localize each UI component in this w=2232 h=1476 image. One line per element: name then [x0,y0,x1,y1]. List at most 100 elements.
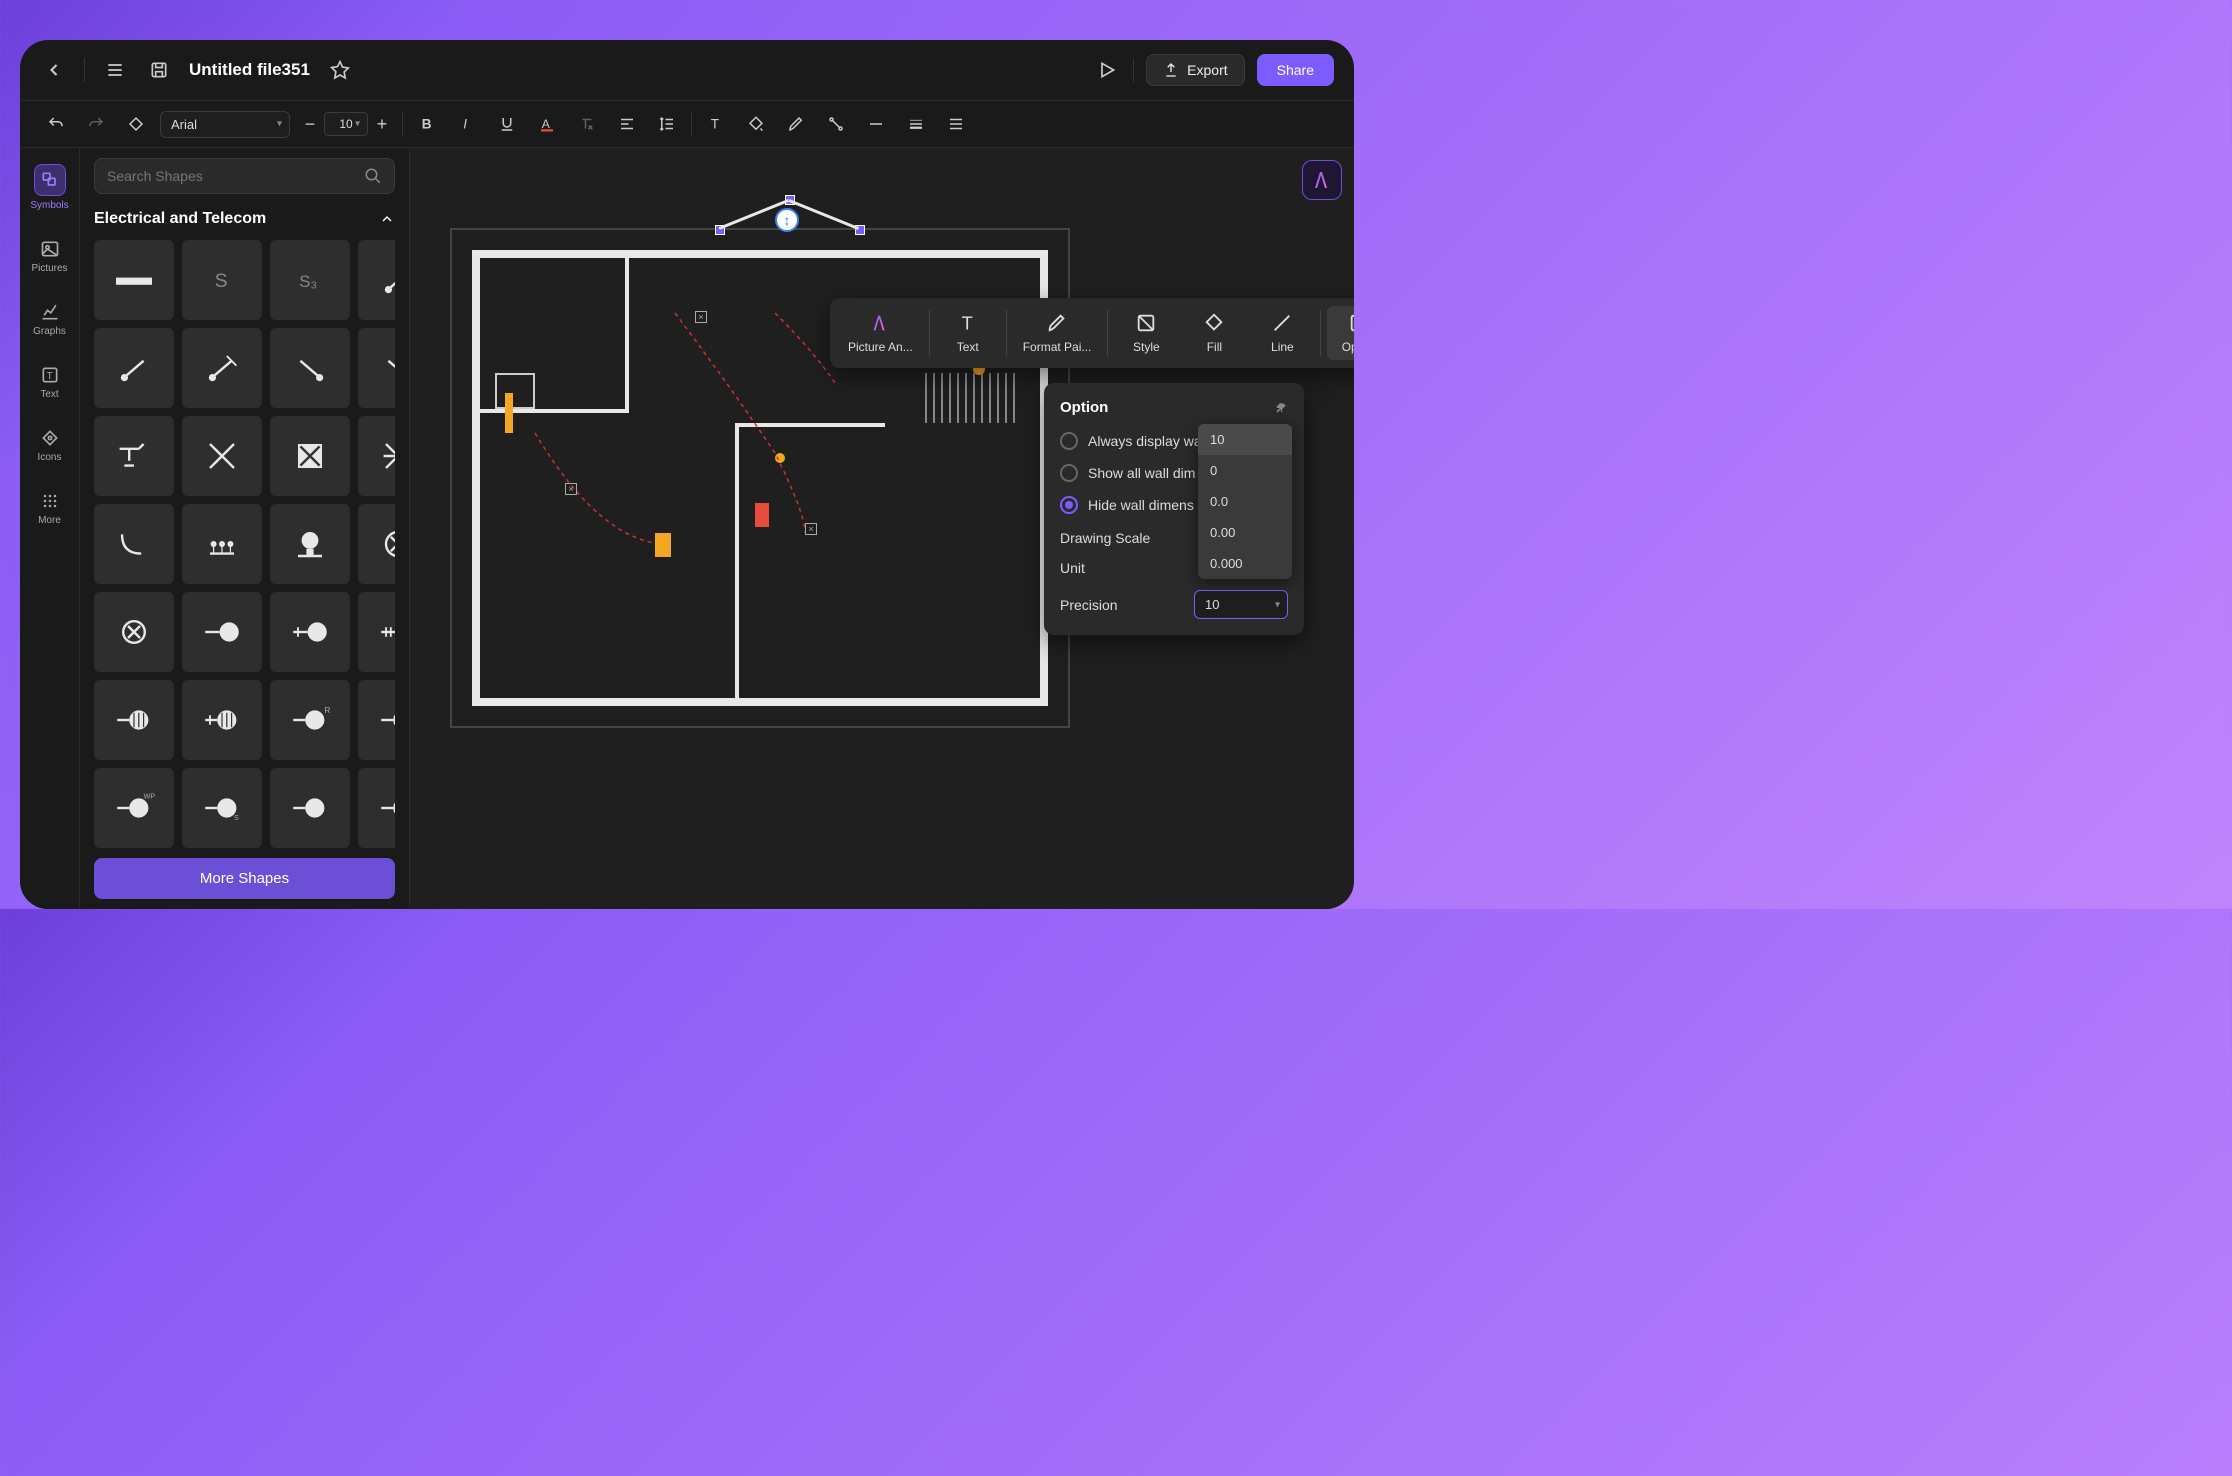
align-button[interactable] [611,108,643,140]
shape-circ-line2[interactable] [270,592,350,672]
ft-format-painter[interactable]: Format Pai... [1013,306,1102,360]
shape-plug-diag[interactable] [182,328,262,408]
wall [735,423,739,703]
shape-circ-line3[interactable] [358,592,395,672]
ft-label: Picture An... [848,340,913,354]
ft-fill[interactable]: Fill [1182,306,1246,360]
clear-format-button[interactable] [571,108,603,140]
fill-button[interactable] [740,108,772,140]
ai-assistant-badge[interactable] [1302,160,1342,200]
divider [1133,58,1134,82]
shape-dot-line[interactable] [358,240,395,320]
category-header[interactable]: Electrical and Telecom [94,210,395,228]
electrical-fixture [755,503,769,527]
shape-s[interactable]: S [182,240,262,320]
dropdown-option[interactable]: 0.0 [1198,486,1292,517]
ft-option[interactable]: Option [1327,306,1354,360]
dropdown-option[interactable]: 10 [1198,424,1292,455]
shape-circ-r[interactable]: R [270,680,350,760]
dropdown-option[interactable]: 0.00 [1198,517,1292,548]
text-tool-button[interactable]: T [700,108,732,140]
line-spacing-button[interactable] [651,108,683,140]
favorite-button[interactable] [326,56,354,84]
shape-circ-wp[interactable]: WP [94,768,174,848]
shape-circ-d[interactable]: D [358,680,395,760]
divider [1006,310,1007,356]
tag-button[interactable] [120,108,152,140]
line-weight-button[interactable] [900,108,932,140]
rail-text[interactable]: T Text [26,361,74,404]
ft-text[interactable]: T Text [936,306,1000,360]
brush-button[interactable] [780,108,812,140]
save-button[interactable] [145,56,173,84]
dropdown-option[interactable]: 0.000 [1198,548,1292,579]
shape-circ-line[interactable] [182,592,262,672]
ft-picture-analysis[interactable]: Picture An... [838,306,923,360]
divider [1107,310,1108,356]
shape-faucet[interactable] [94,416,174,496]
back-button[interactable] [40,56,68,84]
shape-bulb[interactable] [270,504,350,584]
connector-button[interactable] [820,108,852,140]
shape-x-bar[interactable] [358,416,395,496]
rail-icons[interactable]: Icons [26,424,74,467]
ft-label: Option [1342,340,1354,354]
rail-pictures[interactable]: Pictures [26,235,74,278]
font-family-select[interactable]: Arial [160,111,290,138]
svg-text:S: S [234,813,239,822]
ft-style[interactable]: Style [1114,306,1178,360]
underline-button[interactable] [491,108,523,140]
ft-line[interactable]: Line [1250,306,1314,360]
rail-symbols[interactable]: Symbols [26,160,74,215]
undo-button[interactable] [40,108,72,140]
line-style-button[interactable] [860,108,892,140]
shape-circ-bars[interactable] [94,680,174,760]
shape-bar[interactable] [94,240,174,320]
shape-boxed-x[interactable] [270,416,350,496]
shape-x-circ2[interactable] [94,592,174,672]
canvas-area[interactable]: ↕ [410,148,1354,909]
svg-text:T: T [711,117,719,132]
rail-more[interactable]: More [26,487,74,530]
rail-graphs[interactable]: Graphs [26,298,74,341]
bold-button[interactable]: B [411,108,443,140]
shape-circ-bars2[interactable] [182,680,262,760]
dropdown-option[interactable]: 0 [1198,455,1292,486]
more-shapes-button[interactable]: More Shapes [94,858,395,899]
pin-icon[interactable] [1274,401,1288,415]
font-increase-button[interactable]: + [370,112,394,136]
search-shapes-box[interactable] [94,158,395,194]
shape-circ-sm[interactable]: S [182,768,262,848]
export-button[interactable]: Export [1146,54,1244,86]
shape-pins[interactable] [182,504,262,584]
shape-x[interactable] [182,416,262,496]
shape-plug-l[interactable] [94,328,174,408]
ft-label: Style [1133,340,1160,354]
play-button[interactable] [1093,56,1121,84]
italic-button[interactable]: I [451,108,483,140]
wall [475,409,629,413]
rail-label: More [38,515,61,526]
share-button[interactable]: Share [1257,54,1334,86]
shape-s3[interactable]: S₃ [270,240,350,320]
precision-select[interactable]: 10 [1194,590,1288,619]
divider [84,58,85,82]
more-options-button[interactable] [940,108,972,140]
shape-circ-plain2[interactable] [358,768,395,848]
resize-handle[interactable]: ↕ [775,208,799,232]
font-size-input[interactable] [324,112,368,136]
shape-plug-r2[interactable] [358,328,395,408]
redo-button[interactable] [80,108,112,140]
rail-label: Icons [38,452,62,463]
menu-button[interactable] [101,56,129,84]
shape-circ-plain[interactable] [270,768,350,848]
shape-plug-r[interactable] [270,328,350,408]
category-title: Electrical and Telecom [94,210,266,228]
shape-curve[interactable] [94,504,174,584]
text-color-button[interactable]: A [531,108,563,140]
electrical-node [775,453,785,463]
font-decrease-button[interactable]: − [298,112,322,136]
document-title: Untitled file351 [189,60,310,80]
shape-x-circle[interactable] [358,504,395,584]
search-input[interactable] [107,168,356,184]
